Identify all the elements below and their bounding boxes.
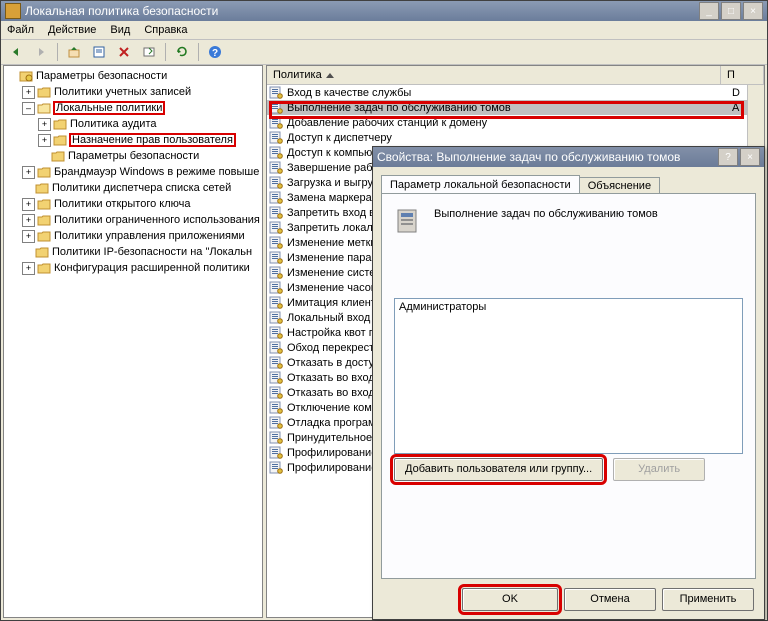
- refresh-button[interactable]: [171, 41, 193, 63]
- close-button[interactable]: ×: [743, 2, 763, 20]
- policy-row[interactable]: Доступ к диспетчеру: [267, 130, 764, 145]
- menu-help[interactable]: Справка: [144, 24, 187, 36]
- expand-icon[interactable]: +: [38, 134, 51, 147]
- expand-icon[interactable]: +: [22, 262, 35, 275]
- policy-name: Выполнение задач по обслуживанию томов: [287, 102, 728, 114]
- remove-button: Удалить: [613, 458, 705, 481]
- col-2[interactable]: П: [721, 66, 764, 84]
- tree-node[interactable]: Параметры безопасности: [4, 68, 262, 84]
- policy-icon: [394, 206, 424, 236]
- back-button[interactable]: [5, 41, 27, 63]
- sort-asc-icon: [326, 73, 334, 78]
- minimize-button[interactable]: _: [699, 2, 719, 20]
- member-item[interactable]: Администраторы: [399, 301, 738, 313]
- tree-label: Политики ограниченного использования: [54, 214, 260, 226]
- tab-panel: Выполнение задач по обслуживанию томов А…: [381, 193, 756, 579]
- toolbar: ?: [1, 40, 767, 65]
- dialog-footer: OK Отмена Применить: [373, 585, 764, 613]
- tree-spacer: [6, 71, 17, 82]
- expand-icon[interactable]: +: [22, 198, 35, 211]
- list-header[interactable]: Политика П: [267, 66, 764, 85]
- menu-file[interactable]: Файл: [7, 24, 34, 36]
- forward-button[interactable]: [30, 41, 52, 63]
- tree-node[interactable]: Политики IP-безопасности на "Локальн: [4, 244, 262, 260]
- tree-label: Политики диспетчера списка сетей: [52, 182, 231, 194]
- tree-label: Политики учетных записей: [54, 86, 191, 98]
- dialog-close-button[interactable]: ×: [740, 148, 760, 166]
- delete-button[interactable]: [113, 41, 135, 63]
- window-title: Локальная политика безопасности: [25, 4, 218, 18]
- menu-action[interactable]: Действие: [48, 24, 96, 36]
- expand-icon[interactable]: +: [38, 118, 51, 131]
- tree-label: Параметры безопасности: [68, 150, 199, 162]
- help-button[interactable]: ?: [204, 41, 226, 63]
- cancel-button[interactable]: Отмена: [564, 588, 656, 611]
- tree-label: Конфигурация расширенной политики: [54, 262, 250, 274]
- tree-label: Брандмауэр Windows в режиме повыше: [54, 166, 259, 178]
- tree-node[interactable]: Параметры безопасности: [4, 148, 262, 164]
- properties-button[interactable]: [88, 41, 110, 63]
- tree-spacer: [38, 151, 49, 162]
- col-policy[interactable]: Политика: [267, 66, 721, 84]
- ok-button[interactable]: OK: [462, 588, 558, 611]
- tree-node[interactable]: + Политики управления приложениями: [4, 228, 262, 244]
- menu-bar: Файл Действие Вид Справка: [1, 21, 767, 40]
- tree-label: Назначение прав пользователя: [70, 134, 235, 146]
- policy-row[interactable]: Добавление рабочих станций к домену: [267, 115, 764, 130]
- tree-node[interactable]: – Локальные политики: [4, 100, 262, 116]
- collapse-icon[interactable]: –: [22, 102, 35, 115]
- tree-label: Параметры безопасности: [36, 70, 167, 82]
- main-titlebar[interactable]: Локальная политика безопасности _ □ ×: [1, 1, 767, 21]
- tree-node[interactable]: Политики диспетчера списка сетей: [4, 180, 262, 196]
- tree-node[interactable]: + Политики открытого ключа: [4, 196, 262, 212]
- tree-node[interactable]: + Брандмауэр Windows в режиме повыше: [4, 164, 262, 180]
- tree-label: Политика аудита: [70, 118, 156, 130]
- dialog-help-button[interactable]: ?: [718, 148, 738, 166]
- tree-node[interactable]: + Политика аудита: [4, 116, 262, 132]
- up-button[interactable]: [63, 41, 85, 63]
- tree-node[interactable]: + Политики учетных записей: [4, 84, 262, 100]
- policy-name: Выполнение задач по обслуживанию томов: [434, 208, 745, 220]
- policy-row[interactable]: Вход в качестве службыD: [267, 85, 764, 100]
- tree-label: Политики IP-безопасности на "Локальн: [52, 246, 252, 258]
- policy-row[interactable]: Выполнение задач по обслуживанию томовА: [267, 100, 764, 115]
- apply-button[interactable]: Применить: [662, 588, 754, 611]
- tab-local-security[interactable]: Параметр локальной безопасности: [381, 175, 580, 194]
- app-icon: [5, 3, 21, 19]
- expand-icon[interactable]: +: [22, 86, 35, 99]
- tree-spacer: [22, 183, 33, 194]
- dialog-titlebar[interactable]: Свойства: Выполнение задач по обслуживан…: [373, 147, 764, 167]
- policy-name: Доступ к диспетчеру: [287, 132, 728, 144]
- nav-tree[interactable]: Параметры безопасности+Политики учетных …: [3, 65, 263, 618]
- tree-label: Политики открытого ключа: [54, 198, 190, 210]
- expand-icon[interactable]: +: [22, 214, 35, 227]
- menu-view[interactable]: Вид: [110, 24, 130, 36]
- policy-name: Вход в качестве службы: [287, 87, 728, 99]
- expand-icon[interactable]: +: [22, 230, 35, 243]
- tree-spacer: [22, 247, 33, 258]
- tab-strip: Параметр локальной безопасности Объяснен…: [381, 175, 659, 194]
- maximize-button[interactable]: □: [721, 2, 741, 20]
- tree-node[interactable]: + Конфигурация расширенной политики: [4, 260, 262, 276]
- svg-text:?: ?: [212, 48, 218, 59]
- tree-label: Политики управления приложениями: [54, 230, 245, 242]
- add-user-button[interactable]: Добавить пользователя или группу...: [394, 458, 603, 481]
- tree-node[interactable]: + Назначение прав пользователя: [4, 132, 262, 148]
- policy-name: Добавление рабочих станций к домену: [287, 117, 728, 129]
- expand-icon[interactable]: +: [22, 166, 35, 179]
- dialog-title: Свойства: Выполнение задач по обслуживан…: [377, 150, 680, 164]
- properties-dialog: Свойства: Выполнение задач по обслуживан…: [372, 146, 765, 620]
- tree-node[interactable]: + Политики ограниченного использования: [4, 212, 262, 228]
- tree-label: Локальные политики: [54, 102, 164, 114]
- members-list[interactable]: Администраторы: [394, 298, 743, 454]
- export-button[interactable]: [138, 41, 160, 63]
